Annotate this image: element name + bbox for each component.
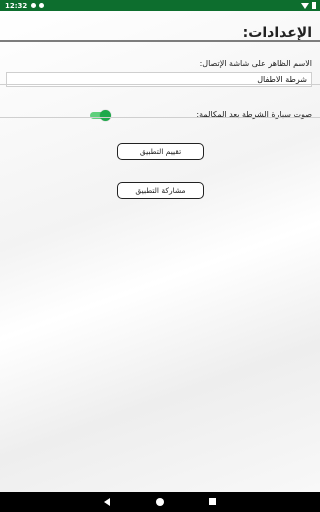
section-divider <box>0 84 320 85</box>
share-app-button[interactable]: مشاركة التطبيق <box>117 182 204 199</box>
home-icon[interactable] <box>156 498 164 506</box>
settings-screen: الإعدادات: الاسم الظاهر على شاشة الإتصال… <box>0 11 320 492</box>
back-icon[interactable] <box>104 498 110 506</box>
recents-icon[interactable] <box>209 498 216 505</box>
battery-icon <box>312 2 316 9</box>
toggle-knob <box>100 110 111 121</box>
status-bar: 12:32 <box>0 0 320 11</box>
notification-icon <box>39 3 45 8</box>
section-divider <box>0 117 320 118</box>
title-divider <box>0 40 320 42</box>
navigation-bar <box>0 492 320 512</box>
rate-app-button[interactable]: تقييم التطبيق <box>117 143 204 160</box>
display-name-label: الاسم الظاهر على شاشة الإتصال: <box>199 59 312 68</box>
page-title: الإعدادات: <box>242 25 312 41</box>
wifi-icon <box>301 2 309 9</box>
status-time: 12:32 <box>5 1 28 10</box>
gear-icon <box>31 3 37 8</box>
siren-sound-toggle[interactable] <box>90 110 111 121</box>
